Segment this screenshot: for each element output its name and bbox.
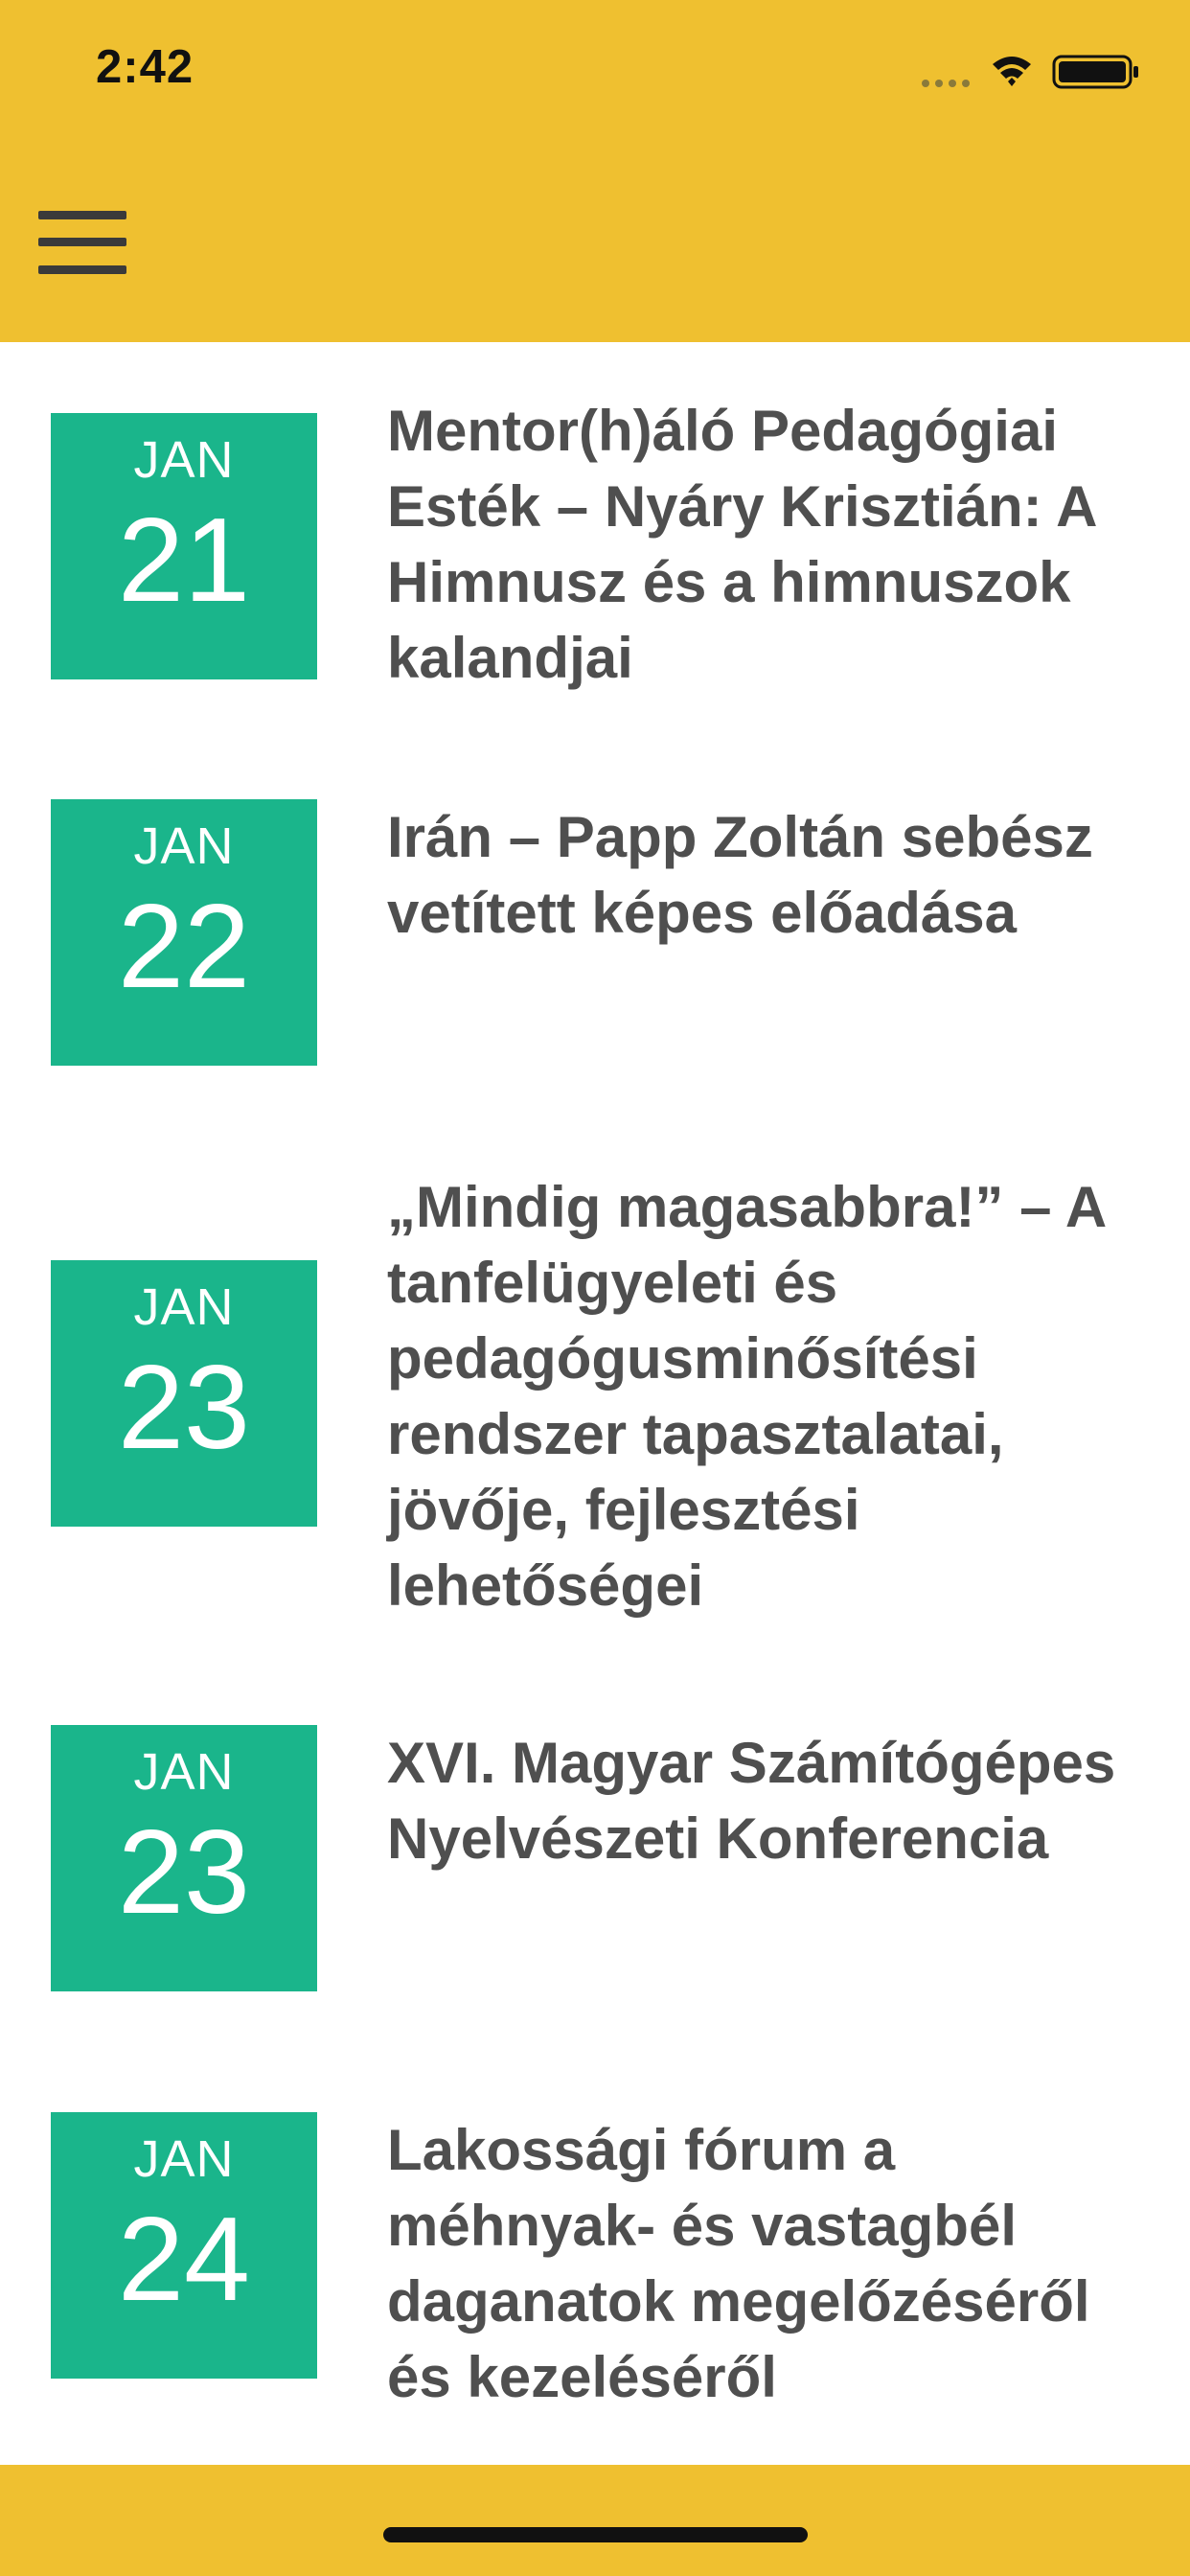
- date-month: JAN: [133, 817, 235, 875]
- home-indicator[interactable]: [383, 2527, 808, 2542]
- signal-icon: [922, 80, 970, 87]
- event-title: Lakossági fórum a méhnyak- és vastagbél …: [387, 2118, 1090, 2409]
- event-title: XVI. Magyar Számítógépes Nyelvészeti Kon…: [387, 1731, 1116, 1871]
- date-badge: JAN 24: [51, 2112, 317, 2379]
- date-badge: JAN 22: [51, 799, 317, 1066]
- date-month: JAN: [133, 1743, 235, 1801]
- event-title: Irán – Papp Zoltán sebész vetített képes…: [387, 805, 1093, 945]
- hamburger-menu-icon[interactable]: [38, 211, 126, 274]
- event-list: JAN 21 Mentor(h)áló Pedagógiai Esték – N…: [0, 342, 1190, 2465]
- event-title: Mentor(h)áló Pedagógiai Esték – Nyáry Kr…: [387, 399, 1096, 690]
- date-badge: JAN 21: [51, 413, 317, 679]
- date-day: 21: [118, 494, 250, 627]
- date-badge: JAN 23: [51, 1260, 317, 1527]
- date-month: JAN: [133, 1278, 235, 1336]
- date-month: JAN: [133, 2130, 235, 2188]
- battery-icon: [1052, 55, 1138, 89]
- date-day: 24: [118, 2194, 250, 2326]
- date-month: JAN: [133, 431, 235, 489]
- date-day: 22: [118, 881, 250, 1013]
- date-badge: JAN 23: [51, 1725, 317, 1991]
- status-bar: 2:42: [0, 0, 1190, 144]
- status-time: 2:42: [96, 41, 195, 93]
- bottom-bar: [0, 2465, 1190, 2576]
- date-day: 23: [118, 1806, 250, 1939]
- event-title: „Mindig magasabbra!” – A tanfelügyeleti …: [387, 1175, 1106, 1618]
- date-day: 23: [118, 1342, 250, 1474]
- wifi-icon: [993, 57, 1031, 86]
- status-icons: [922, 55, 1138, 89]
- nav-bar: [0, 144, 1190, 342]
